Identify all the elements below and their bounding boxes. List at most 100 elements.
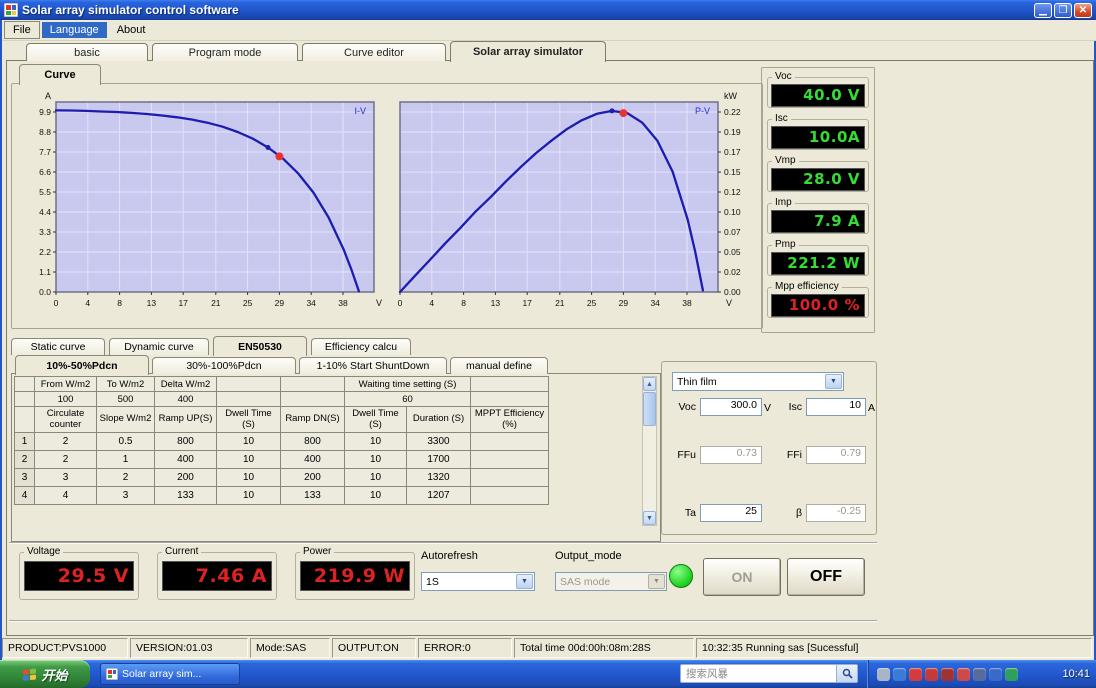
table-cell[interactable]: 400 bbox=[280, 450, 345, 469]
meter-voc: Voc 40.0 V bbox=[767, 71, 869, 108]
table-cell[interactable]: 200 bbox=[280, 468, 345, 487]
row-header-cell: 3 bbox=[14, 468, 35, 487]
param-input-ta[interactable]: 25 bbox=[700, 504, 762, 522]
tab-10-50-pdcn[interactable]: 10%-50%Pdcn bbox=[15, 355, 149, 375]
scroll-up-icon[interactable]: ▲ bbox=[643, 377, 656, 391]
svg-text:1.1: 1.1 bbox=[39, 267, 51, 277]
player-icon[interactable] bbox=[957, 667, 970, 681]
start-button[interactable]: 开始 bbox=[0, 660, 90, 688]
tab-basic[interactable]: basic bbox=[26, 43, 148, 61]
on-button[interactable]: ON bbox=[703, 558, 781, 596]
table-cell[interactable]: 3300 bbox=[406, 432, 471, 451]
status-error: ERROR:0 bbox=[418, 638, 512, 658]
table-header-cell bbox=[280, 391, 345, 407]
row-header-cell: 4 bbox=[14, 486, 35, 505]
table-cell[interactable]: 1207 bbox=[406, 486, 471, 505]
meter-display: 28.0 V bbox=[771, 168, 865, 191]
table-header-cell bbox=[216, 391, 281, 407]
table-cell[interactable] bbox=[470, 432, 549, 451]
table-cell[interactable]: 2 bbox=[34, 450, 97, 469]
param-label-ffi: FFi bbox=[786, 449, 802, 461]
svg-text:6.6: 6.6 bbox=[39, 167, 51, 177]
menu-item-about[interactable]: About bbox=[109, 22, 154, 38]
param-input-voc[interactable]: 300.0 bbox=[700, 398, 762, 416]
table-cell[interactable]: 4 bbox=[34, 486, 97, 505]
volume-icon[interactable] bbox=[877, 667, 890, 681]
taskbar-search-input[interactable]: 搜索风暴 bbox=[680, 664, 858, 683]
table-cell[interactable] bbox=[470, 468, 549, 487]
table-cell[interactable]: 10 bbox=[344, 432, 407, 451]
tab-curve-editor[interactable]: Curve editor bbox=[302, 43, 446, 61]
table-cell[interactable]: 200 bbox=[154, 468, 217, 487]
table-header-cell: Dwell Time (S) bbox=[344, 406, 407, 433]
svg-text:0.05: 0.05 bbox=[724, 247, 741, 257]
tab-solar-array-simulator[interactable]: Solar array simulator bbox=[450, 41, 606, 62]
table-cell[interactable]: 133 bbox=[280, 486, 345, 505]
svg-text:21: 21 bbox=[555, 298, 565, 308]
meter-display: 40.0 V bbox=[771, 84, 865, 107]
table-row: 4 4 3 133 10 133 10 1207 bbox=[14, 486, 549, 505]
module-type-select[interactable]: Thin film ▼ bbox=[672, 372, 844, 391]
table-cell[interactable]: 3 bbox=[96, 486, 155, 505]
minimize-button[interactable]: ▁ bbox=[1034, 2, 1052, 18]
chevron-down-icon[interactable]: ▼ bbox=[825, 374, 842, 389]
search-icon[interactable] bbox=[836, 665, 857, 682]
defender-icon[interactable] bbox=[989, 667, 1002, 681]
table-cell[interactable]: 10 bbox=[344, 450, 407, 469]
tab-30-100-pdcn[interactable]: 30%-100%Pdcn bbox=[152, 357, 296, 374]
scroll-down-icon[interactable]: ▼ bbox=[643, 511, 656, 525]
table-cell[interactable]: 10 bbox=[344, 486, 407, 505]
tab-program-mode[interactable]: Program mode bbox=[152, 43, 298, 61]
tab-manual-define[interactable]: manual define bbox=[450, 357, 548, 374]
chat-icon[interactable] bbox=[941, 667, 954, 681]
table-cell[interactable]: 10 bbox=[344, 468, 407, 487]
table-cell[interactable]: 0.5 bbox=[96, 432, 155, 451]
table-row: 2 2 1 400 10 400 10 1700 bbox=[14, 450, 549, 469]
svg-text:0: 0 bbox=[54, 298, 59, 308]
tab-dynamic-curve[interactable]: Dynamic curve bbox=[109, 338, 209, 355]
table-cell[interactable]: 2 bbox=[34, 432, 97, 451]
table-cell[interactable]: 400 bbox=[154, 450, 217, 469]
menu-item-language[interactable]: Language bbox=[41, 22, 107, 38]
svg-text:V: V bbox=[726, 298, 732, 308]
tab-en50530[interactable]: EN50530 bbox=[213, 336, 307, 356]
tab-curve[interactable]: Curve bbox=[19, 64, 101, 85]
meter-display: 7.46 A bbox=[162, 561, 272, 591]
param-input-isc[interactable]: 10 bbox=[806, 398, 866, 416]
table-cell[interactable]: 10 bbox=[216, 450, 281, 469]
tab-1-10-start-shuntdown[interactable]: 1-10% Start ShuntDown bbox=[299, 357, 447, 374]
security-icon[interactable] bbox=[973, 667, 986, 681]
table-cell[interactable]: 10 bbox=[216, 468, 281, 487]
meter-imp: Imp 7.9 A bbox=[767, 197, 869, 234]
param-label-ta: Ta bbox=[684, 507, 696, 519]
table-cell[interactable] bbox=[470, 450, 549, 469]
table-cell[interactable]: 1 bbox=[96, 450, 155, 469]
table-cell[interactable] bbox=[470, 486, 549, 505]
close-button[interactable]: ✕ bbox=[1074, 2, 1092, 18]
table-cell[interactable]: 10 bbox=[216, 432, 281, 451]
table-scrollbar[interactable]: ▲ ▼ bbox=[642, 376, 657, 526]
table-cell[interactable]: 133 bbox=[154, 486, 217, 505]
table-cell[interactable]: 2 bbox=[96, 468, 155, 487]
menu-item-file[interactable]: File bbox=[4, 21, 40, 39]
taskbar-window-button[interactable]: Solar array sim... bbox=[100, 663, 240, 685]
table-cell[interactable]: 800 bbox=[280, 432, 345, 451]
im-icon[interactable] bbox=[893, 667, 906, 681]
music-icon[interactable] bbox=[925, 667, 938, 681]
table-cell[interactable]: 800 bbox=[154, 432, 217, 451]
off-button[interactable]: OFF bbox=[787, 558, 865, 596]
maximize-button[interactable]: ❐ bbox=[1054, 2, 1072, 18]
table-cell[interactable]: 1700 bbox=[406, 450, 471, 469]
download-manager-icon[interactable] bbox=[909, 667, 922, 681]
chevron-down-icon[interactable]: ▼ bbox=[516, 574, 533, 589]
table-cell[interactable]: 1320 bbox=[406, 468, 471, 487]
tab-efficiency-calcu[interactable]: Efficiency calcu bbox=[311, 338, 411, 355]
svg-text:0.00: 0.00 bbox=[724, 287, 741, 297]
tab-static-curve[interactable]: Static curve bbox=[11, 338, 105, 355]
autorefresh-select[interactable]: 1S ▼ bbox=[421, 572, 535, 591]
svg-text:29: 29 bbox=[619, 298, 629, 308]
antivirus-icon[interactable] bbox=[1005, 667, 1018, 681]
scroll-thumb[interactable] bbox=[643, 392, 656, 426]
table-cell[interactable]: 10 bbox=[216, 486, 281, 505]
table-cell[interactable]: 3 bbox=[34, 468, 97, 487]
